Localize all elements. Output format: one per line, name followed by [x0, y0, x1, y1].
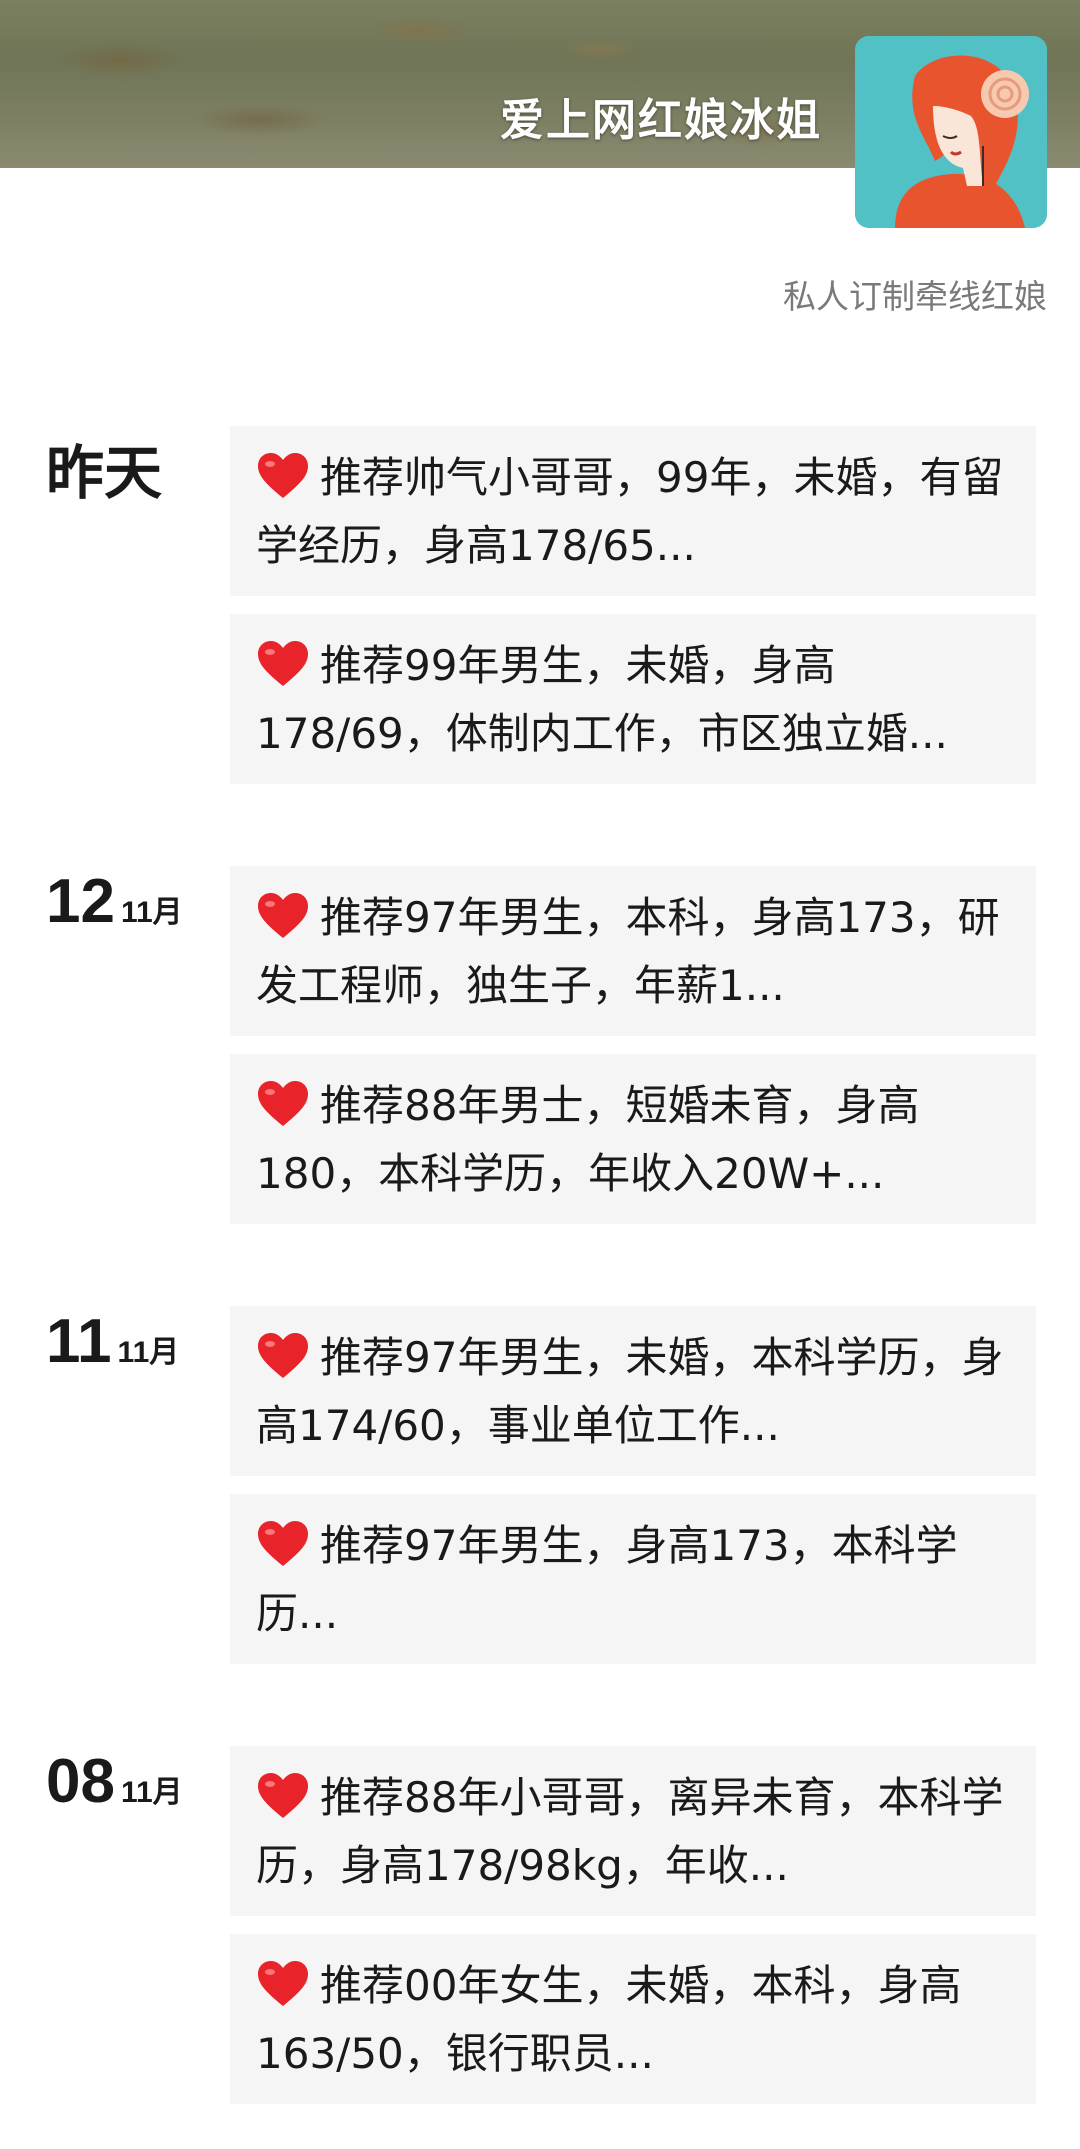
avatar-illustration [855, 36, 1047, 228]
post-card[interactable]: 推荐97年男生，未婚，本科学历，身高174/60，事业单位工作... [230, 1306, 1036, 1476]
post-text-wrap: 推荐88年男士，短婚未育，身高180，本科学历，年收入20W+... [256, 1072, 1010, 1208]
day-month: 11月 [117, 1336, 180, 1369]
heart-icon [258, 1521, 308, 1566]
post-text: 推荐97年男生，本科，身高173，研发工程师，独生子，年薪1... [256, 893, 1000, 1010]
post-text-wrap: 推荐97年男生，身高173，本科学历... [256, 1512, 1010, 1648]
day-month: 11月 [120, 1776, 183, 1809]
day-month: 11月 [120, 896, 183, 929]
post-text: 推荐88年小哥哥，离异未育，本科学历，身高178/98kg，年收... [256, 1773, 1004, 1890]
day-number: 11 [46, 1307, 112, 1376]
heart-icon [258, 1773, 308, 1818]
post-text-wrap: 推荐97年男生，未婚，本科学历，身高174/60，事业单位工作... [256, 1324, 1010, 1460]
post-text: 推荐00年女生，未婚，本科，身高163/50，银行职员... [256, 1961, 962, 2078]
post-text-wrap: 推荐00年女生，未婚，本科，身高163/50，银行职员... [256, 1952, 1010, 2088]
post-card[interactable]: 推荐88年男士，短婚未育，身高180，本科学历，年收入20W+... [230, 1054, 1036, 1224]
post-card[interactable]: 推荐00年女生，未婚，本科，身高163/50，银行职员... [230, 1934, 1036, 2104]
heart-icon [258, 1333, 308, 1378]
post-text: 推荐88年男士，短婚未育，身高180，本科学历，年收入20W+... [256, 1081, 920, 1198]
day-number: 08 [46, 1747, 115, 1816]
day-number: 昨天 [46, 441, 163, 506]
post-text-wrap: 推荐帅气小哥哥，99年，未婚，有留学经历，身高178/65... [256, 444, 1010, 580]
heart-icon [258, 453, 308, 498]
day-number: 12 [46, 867, 115, 936]
heart-icon [258, 1081, 308, 1126]
day-label: 08 11月 [46, 1746, 183, 1817]
post-text: 推荐帅气小哥哥，99年，未婚，有留学经历，身高178/65... [256, 453, 1004, 570]
post-text-wrap: 推荐99年男生，未婚，身高178/69，体制内工作，市区独立婚... [256, 632, 1010, 768]
profile-signature: 私人订制牵线红娘 [783, 277, 1047, 316]
post-text-wrap: 推荐88年小哥哥，离异未育，本科学历，身高178/98kg，年收... [256, 1764, 1010, 1900]
avatar[interactable] [855, 36, 1047, 228]
post-card[interactable]: 推荐帅气小哥哥，99年，未婚，有留学经历，身高178/65... [230, 426, 1036, 596]
profile-name: 爱上网红娘冰姐 [500, 95, 822, 146]
post-text: 推荐97年男生，未婚，本科学历，身高174/60，事业单位工作... [256, 1333, 1004, 1450]
post-text: 推荐97年男生，身高173，本科学历... [256, 1521, 958, 1638]
day-label: 12 11月 [46, 866, 183, 937]
post-card[interactable]: 推荐99年男生，未婚，身高178/69，体制内工作，市区独立婚... [230, 614, 1036, 784]
post-text: 推荐99年男生，未婚，身高178/69，体制内工作，市区独立婚... [256, 641, 948, 758]
day-label: 昨天 [46, 426, 168, 510]
heart-icon [258, 893, 308, 938]
post-card[interactable]: 推荐97年男生，身高173，本科学历... [230, 1494, 1036, 1664]
heart-icon [258, 641, 308, 686]
day-label: 11 11月 [46, 1306, 179, 1377]
post-card[interactable]: 推荐88年小哥哥，离异未育，本科学历，身高178/98kg，年收... [230, 1746, 1036, 1916]
heart-icon [258, 1961, 308, 2006]
post-card[interactable]: 推荐97年男生，本科，身高173，研发工程师，独生子，年薪1... [230, 866, 1036, 1036]
post-text-wrap: 推荐97年男生，本科，身高173，研发工程师，独生子，年薪1... [256, 884, 1010, 1020]
